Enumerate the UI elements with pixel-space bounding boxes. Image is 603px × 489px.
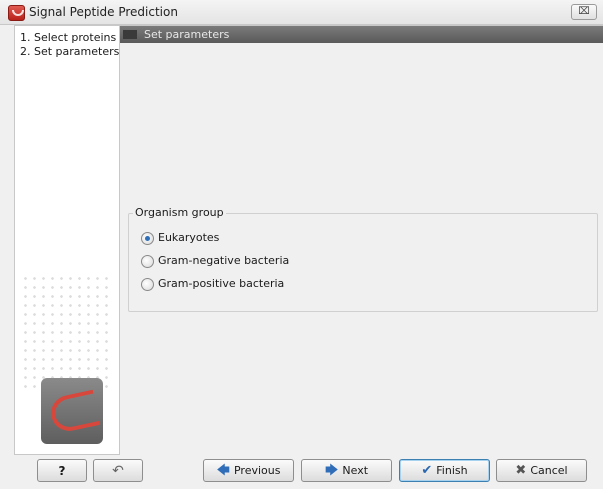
organism-group-legend: Organism group bbox=[133, 206, 226, 219]
radio-gram-positive-label[interactable]: Gram-positive bacteria bbox=[158, 277, 284, 290]
radio-unchecked-icon[interactable] bbox=[141, 278, 154, 291]
radio-checked-icon[interactable] bbox=[141, 232, 154, 245]
organism-group-box: Organism group Eukaryotes Gram-negative … bbox=[128, 206, 598, 312]
reset-button[interactable]: ↶ bbox=[93, 459, 143, 482]
clc-logo bbox=[41, 378, 103, 444]
wizard-window: Signal Peptide Prediction ⌧ 1. Select pr… bbox=[0, 0, 603, 489]
cross-icon: ✖ bbox=[515, 463, 527, 478]
reset-icon: ↶ bbox=[112, 462, 124, 479]
title-bar[interactable]: Signal Peptide Prediction ⌧ bbox=[0, 0, 603, 25]
decorative-dot-pattern bbox=[21, 274, 113, 394]
content-panel: Set parameters Organism group Eukaryotes… bbox=[120, 25, 603, 454]
previous-button[interactable]: 🡄 Previous bbox=[203, 459, 294, 482]
section-header: Set parameters bbox=[120, 26, 603, 43]
app-logo-icon bbox=[8, 5, 25, 21]
arrow-left-icon: 🡄 bbox=[216, 463, 230, 478]
finish-label: Finish bbox=[436, 464, 468, 477]
step-set-parameters[interactable]: 2. Set parameters bbox=[20, 45, 119, 58]
radio-eukaryotes-label[interactable]: Eukaryotes bbox=[158, 231, 219, 244]
section-title: Set parameters bbox=[144, 28, 230, 41]
window-title: Signal Peptide Prediction bbox=[29, 5, 178, 19]
steps-panel: 1. Select proteins 2. Set parameters bbox=[14, 25, 120, 455]
close-button[interactable]: ⌧ bbox=[571, 4, 597, 20]
help-label: ? bbox=[58, 463, 66, 478]
finish-button[interactable]: ✔ Finish bbox=[399, 459, 490, 482]
previous-label: Previous bbox=[233, 464, 281, 477]
header-mark-icon bbox=[123, 30, 137, 39]
radio-gram-negative-label[interactable]: Gram-negative bacteria bbox=[158, 254, 289, 267]
arrow-right-icon: 🡆 bbox=[324, 463, 339, 478]
help-button[interactable]: ? bbox=[37, 459, 87, 482]
cancel-button[interactable]: ✖ Cancel bbox=[496, 459, 587, 482]
next-button[interactable]: 🡆 Next bbox=[301, 459, 392, 482]
cancel-label: Cancel bbox=[530, 464, 568, 477]
radio-unchecked-icon[interactable] bbox=[141, 255, 154, 268]
next-label: Next bbox=[342, 464, 369, 477]
step-select-proteins[interactable]: 1. Select proteins bbox=[20, 31, 116, 44]
checkmark-icon: ✔ bbox=[421, 463, 433, 478]
